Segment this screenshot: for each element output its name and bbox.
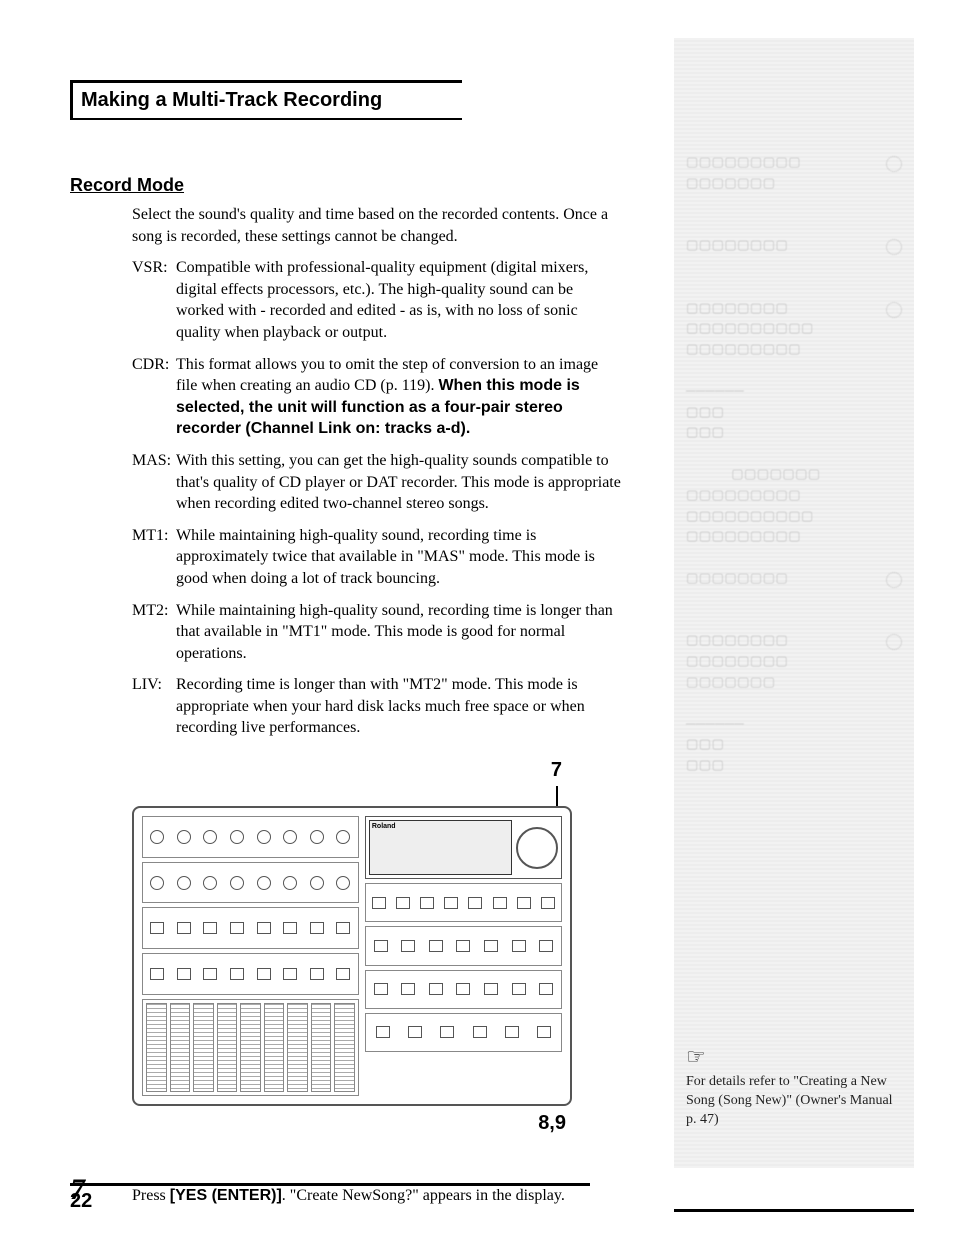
knob-row — [142, 862, 359, 904]
mode-item-mt1: MT1: While maintaining high-quality soun… — [132, 525, 622, 590]
device-brand-label: Roland — [372, 823, 396, 830]
section-title-box: Making a Multi-Track Recording — [70, 80, 462, 120]
button-row — [142, 907, 359, 949]
knob-row — [142, 816, 359, 858]
button-row — [142, 953, 359, 995]
section-title: Making a Multi-Track Recording — [81, 89, 382, 112]
mode-term: CDR: — [132, 354, 176, 440]
mode-item-liv: LIV: Recording time is longer than with … — [132, 674, 622, 739]
mode-desc: Compatible with professional-quality equ… — [176, 257, 622, 343]
transport-row — [365, 1013, 562, 1052]
margin-note-text: For details refer to "Creating a New Son… — [686, 1074, 893, 1127]
bleed-through-text: ▢▢▢▢▢▢▢▢▢ ▢▢▢▢▢▢▢ ▢▢▢▢▢▢▢▢ ▢▢▢▢▢▢▢▢ ▢▢▢▢… — [686, 48, 902, 776]
mode-term: MT1: — [132, 525, 176, 590]
button-row — [365, 926, 562, 965]
mode-term: MAS: — [132, 450, 176, 515]
pointing-hand-icon: ☞ — [686, 1042, 706, 1072]
callout-label-bottom: 8,9 — [132, 1112, 572, 1135]
device-screen: Roland — [365, 816, 562, 879]
mode-desc: While maintaining high-quality sound, re… — [176, 600, 622, 665]
callout-label-top: 7 — [132, 759, 572, 782]
mode-definition-list: VSR: Compatible with professional-qualit… — [132, 257, 622, 739]
fader-row — [142, 999, 359, 1096]
mode-term: VSR: — [132, 257, 176, 343]
mode-item-mas: MAS: With this setting, you can get the … — [132, 450, 622, 515]
mode-term: MT2: — [132, 600, 176, 665]
mode-desc: With this setting, you can get the high-… — [176, 450, 622, 515]
callout-line-icon — [132, 786, 558, 806]
button-row — [365, 970, 562, 1009]
margin-note: ☞ For details refer to "Creating a New S… — [686, 1042, 902, 1130]
mode-desc: This format allows you to omit the step … — [176, 354, 622, 440]
intro-paragraph: Select the sound's quality and time base… — [132, 204, 617, 247]
button-row — [365, 883, 562, 922]
device-illustration: Roland — [132, 806, 572, 1106]
mode-desc: Recording time is longer than with "MT2"… — [176, 674, 622, 739]
footer-rule — [674, 1209, 914, 1213]
device-diagram: 7 — [132, 759, 572, 1135]
mode-desc: While maintaining high-quality sound, re… — [176, 525, 622, 590]
mode-item-cdr: CDR: This format allows you to omit the … — [132, 354, 622, 440]
jog-wheel-icon — [516, 827, 558, 869]
mode-term: LIV: — [132, 674, 176, 739]
mode-item-mt2: MT2: While maintaining high-quality soun… — [132, 600, 622, 665]
margin-sidebar: ▢▢▢▢▢▢▢▢▢ ▢▢▢▢▢▢▢ ▢▢▢▢▢▢▢▢ ▢▢▢▢▢▢▢▢ ▢▢▢▢… — [674, 38, 914, 1168]
mode-item-vsr: VSR: Compatible with professional-qualit… — [132, 257, 622, 343]
page-number: 22 — [70, 1183, 590, 1213]
